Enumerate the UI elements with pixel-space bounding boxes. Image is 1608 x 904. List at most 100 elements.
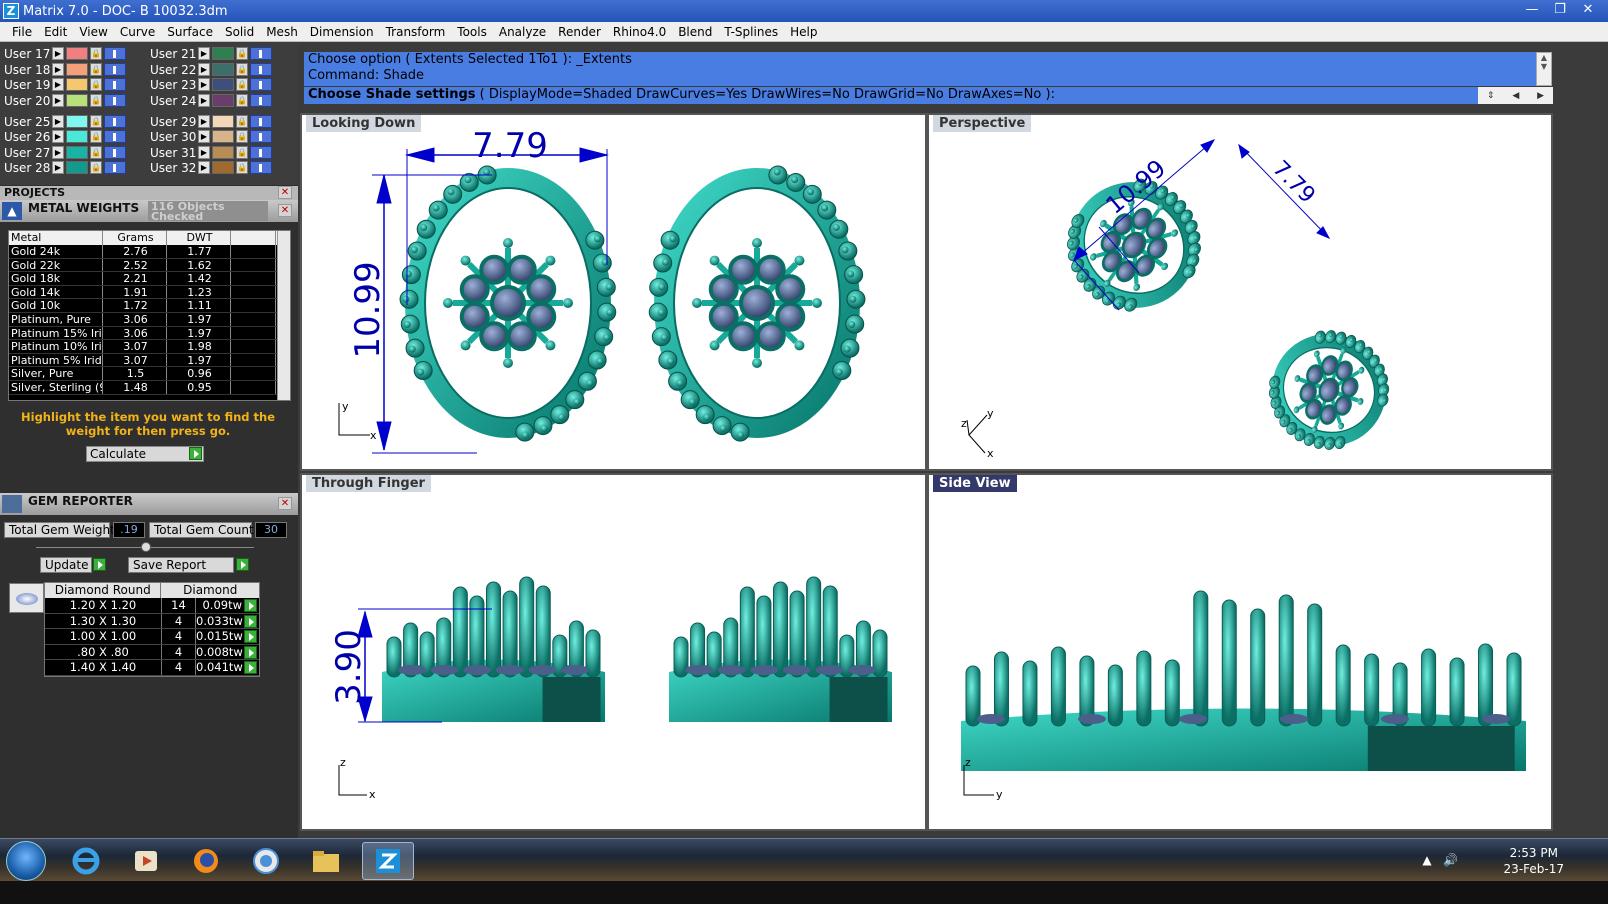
layer-row[interactable]: User 17 ▶ 🔒 — [0, 46, 126, 61]
metal-row[interactable]: Silver, Sterling (9...1.480.95 — [9, 380, 290, 395]
metal-row[interactable]: Platinum 5% Irid 3.07 1.97 — [9, 353, 290, 368]
layer-expand-icon[interactable]: ▶ — [198, 78, 210, 91]
layer-lock-icon[interactable]: 🔒 — [90, 63, 102, 76]
layer-color-swatch[interactable] — [66, 130, 88, 143]
layer-color-swatch[interactable] — [212, 63, 234, 76]
gem-row[interactable]: .80 X .80 4 0.008tw — [45, 644, 259, 661]
layer-color-swatch[interactable] — [212, 161, 234, 174]
firefox-icon[interactable] — [180, 842, 232, 880]
layer-visibility-toggle[interactable] — [250, 47, 272, 60]
viewport-label-perspective[interactable]: Perspective — [933, 115, 1032, 132]
metal-row[interactable]: Platinum, Pure 3.06 1.97 — [9, 312, 290, 327]
viewport-label-through-finger[interactable]: Through Finger — [306, 475, 431, 492]
layer-color-swatch[interactable] — [66, 146, 88, 159]
projects-close-icon[interactable]: ✕ — [278, 186, 292, 199]
layer-lock-icon[interactable]: 🔒 — [90, 130, 102, 143]
layer-row[interactable]: User 23 ▶ 🔒 — [146, 77, 272, 92]
layer-visibility-toggle[interactable] — [104, 115, 126, 128]
layer-lock-icon[interactable]: 🔒 — [236, 130, 248, 143]
metal-row[interactable]: Gold 10k 1.72 1.11 — [9, 299, 290, 313]
layer-lock-icon[interactable]: 🔒 — [236, 94, 248, 107]
menu-file[interactable]: File — [6, 25, 38, 39]
layer-row[interactable]: User 25 ▶ 🔒 — [0, 114, 126, 129]
explorer-icon[interactable] — [300, 842, 352, 880]
layer-color-swatch[interactable] — [66, 94, 88, 107]
menu-surface[interactable]: Surface — [161, 25, 219, 39]
col-dwt[interactable]: DWT — [167, 231, 231, 245]
metal-row[interactable]: Gold 18k 2.21 1.42 — [9, 272, 290, 286]
layer-row[interactable]: User 29 ▶ 🔒 — [146, 114, 272, 129]
metal-row[interactable]: Platinum 15% Irid 3.06 1.97 — [9, 326, 290, 341]
gem-row-go-icon[interactable] — [244, 645, 257, 659]
layer-lock-icon[interactable]: 🔒 — [90, 146, 102, 159]
gem-row[interactable]: 1.20 X 1.20 14 0.09tw — [45, 598, 259, 614]
metal-row[interactable]: Platinum 10% Irid 3.07 1.98 — [9, 340, 290, 354]
update-go-icon[interactable] — [93, 558, 106, 571]
scroll-right-icon[interactable]: ▶ — [1537, 91, 1544, 101]
layer-visibility-toggle[interactable] — [104, 146, 126, 159]
layer-lock-icon[interactable]: 🔒 — [236, 146, 248, 159]
calculate-dropdown[interactable]: Calculate — [86, 446, 204, 462]
menu-analyze[interactable]: Analyze — [493, 25, 552, 39]
layer-expand-icon[interactable]: ▶ — [52, 63, 64, 76]
layer-visibility-toggle[interactable] — [250, 146, 272, 159]
layer-expand-icon[interactable]: ▶ — [198, 161, 210, 174]
gem-row[interactable]: 1.40 X 1.40 4 0.041tw — [45, 660, 259, 676]
gem-row-go-icon[interactable] — [244, 661, 257, 675]
minimize-button[interactable]: — — [1518, 2, 1546, 18]
ie-icon[interactable] — [60, 842, 112, 880]
menu-rhino4[interactable]: Rhino4.0 — [607, 25, 672, 39]
gem-row[interactable]: 1.30 X 1.30 4 0.033tw — [45, 613, 259, 630]
layer-visibility-toggle[interactable] — [104, 78, 126, 91]
command-prompt[interactable]: Choose Shade settings ( DisplayMode=Shad… — [304, 87, 1536, 104]
layer-row[interactable]: User 27 ▶ 🔒 — [0, 145, 126, 160]
layer-visibility-toggle[interactable] — [104, 94, 126, 107]
layer-color-swatch[interactable] — [212, 130, 234, 143]
scroll-left-icon[interactable]: ◀ — [1512, 91, 1519, 101]
layer-lock-icon[interactable]: 🔒 — [90, 161, 102, 174]
layer-row[interactable]: User 30 ▶ 🔒 — [146, 129, 272, 144]
layer-row[interactable]: User 18 ▶ 🔒 — [0, 62, 126, 77]
col-metal[interactable]: Metal — [9, 231, 103, 245]
layer-lock-icon[interactable]: 🔒 — [90, 47, 102, 60]
layer-expand-icon[interactable]: ▶ — [198, 94, 210, 107]
layer-expand-icon[interactable]: ▶ — [52, 146, 64, 159]
layer-color-swatch[interactable] — [66, 161, 88, 174]
menu-transform[interactable]: Transform — [380, 25, 452, 39]
layer-color-swatch[interactable] — [66, 47, 88, 60]
layer-lock-icon[interactable]: 🔒 — [90, 115, 102, 128]
layer-visibility-toggle[interactable] — [250, 161, 272, 174]
layer-color-swatch[interactable] — [212, 146, 234, 159]
layer-visibility-toggle[interactable] — [104, 130, 126, 143]
layer-row[interactable]: User 19 ▶ 🔒 — [0, 77, 126, 92]
close-button[interactable]: ✕ — [1574, 2, 1602, 18]
gem-row-go-icon[interactable] — [244, 614, 257, 628]
layer-visibility-toggle[interactable] — [104, 47, 126, 60]
layer-expand-icon[interactable]: ▶ — [198, 63, 210, 76]
menu-tsplines[interactable]: T-Splines — [718, 25, 784, 39]
calculate-go-button[interactable] — [189, 447, 202, 460]
layer-lock-icon[interactable]: 🔒 — [90, 78, 102, 91]
update-button[interactable]: Update — [40, 557, 92, 573]
maximize-button[interactable]: ❐ — [1546, 2, 1574, 18]
layer-row[interactable]: User 32 ▶ 🔒 — [146, 160, 272, 175]
chrome-icon[interactable] — [240, 842, 292, 880]
layer-expand-icon[interactable]: ▶ — [52, 94, 64, 107]
metal-row[interactable]: Silver, Pure 1.5 0.96 — [9, 367, 290, 381]
command-nav-controls[interactable]: ⇕ ◀ ▶ — [1478, 87, 1553, 104]
layer-lock-icon[interactable]: 🔒 — [236, 115, 248, 128]
menu-solid[interactable]: Solid — [219, 25, 260, 39]
gem-slider-handle[interactable] — [141, 542, 151, 552]
clock[interactable]: 2:53 PM 23-Feb-17 — [1504, 845, 1564, 877]
menu-edit[interactable]: Edit — [38, 25, 73, 39]
save-report-go-icon[interactable] — [236, 558, 249, 571]
layer-expand-icon[interactable]: ▶ — [52, 47, 64, 60]
gem-row-go-icon[interactable] — [244, 630, 257, 644]
viewport-through-finger[interactable]: 3.90 z x Through Finger — [300, 473, 927, 831]
layer-expand-icon[interactable]: ▶ — [52, 161, 64, 174]
col-grams[interactable]: Grams — [103, 231, 167, 245]
menu-mesh[interactable]: Mesh — [260, 25, 304, 39]
layer-row[interactable]: User 20 ▶ 🔒 — [0, 93, 126, 108]
metal-row[interactable]: Gold 22k 2.52 1.62 — [9, 258, 290, 273]
spin-icon[interactable]: ⇕ — [1487, 91, 1495, 101]
